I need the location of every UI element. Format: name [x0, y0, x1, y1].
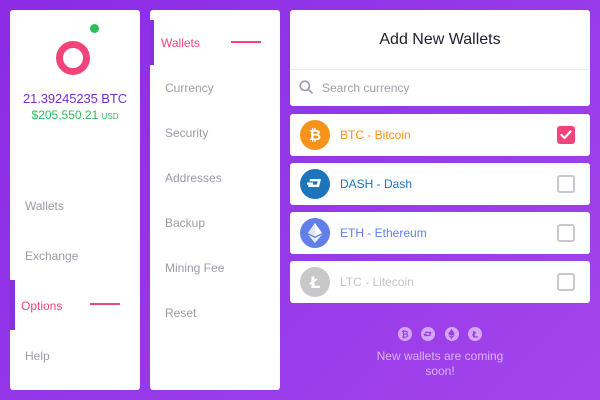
- currency-row-dash[interactable]: DASH - Dash: [290, 163, 590, 205]
- svg-text:Ł: Ł: [471, 331, 478, 340]
- currency-checkbox-ltc[interactable]: [557, 273, 575, 291]
- header-divider: [290, 69, 590, 70]
- currency-label: BTC - Bitcoin: [340, 128, 411, 142]
- checkmark-icon: [560, 130, 572, 140]
- dash-icon: [300, 169, 330, 199]
- status-dot-icon: [90, 24, 99, 33]
- currency-checkbox-btc[interactable]: [557, 126, 575, 144]
- currency-row-eth[interactable]: ETH - Ethereum: [290, 212, 590, 254]
- btc-balance: 21.39245235 BTC: [22, 91, 128, 106]
- currency-checkbox-dash[interactable]: [557, 175, 575, 193]
- ethereum-icon: [300, 218, 330, 248]
- search-icon: [299, 80, 313, 94]
- subnav-active-underline: [231, 41, 261, 43]
- main-nav-options[interactable]: Options: [21, 299, 62, 313]
- subnav-active-indicator: [150, 20, 154, 65]
- coming-soon-text: New wallets are coming soon!: [376, 349, 504, 378]
- currency-row-btc[interactable]: ₿ BTC - Bitcoin: [290, 114, 590, 156]
- dash-icon: [421, 327, 436, 341]
- subnav-security[interactable]: Security: [165, 126, 208, 140]
- svg-text:₿: ₿: [401, 330, 408, 340]
- currency-label: ETH - Ethereum: [340, 226, 427, 240]
- subnav-mining-fee[interactable]: Mining Fee: [165, 261, 224, 275]
- svg-text:Ł: Ł: [309, 273, 320, 291]
- main-nav-exchange[interactable]: Exchange: [25, 249, 78, 263]
- subnav-reset[interactable]: Reset: [165, 306, 196, 320]
- main-nav-active-underline: [90, 303, 120, 305]
- ethereum-icon: [444, 327, 459, 341]
- options-subnav: Wallets Currency Security Addresses Back…: [150, 10, 280, 390]
- main-nav-help[interactable]: Help: [25, 349, 50, 363]
- search-input[interactable]: [322, 78, 577, 98]
- app-logo-icon: [56, 41, 90, 75]
- bitcoin-icon: ₿: [398, 327, 412, 341]
- subnav-wallets[interactable]: Wallets: [161, 36, 200, 50]
- subnav-currency[interactable]: Currency: [165, 81, 214, 95]
- main-nav-wallets[interactable]: Wallets: [25, 199, 64, 213]
- usd-balance-unit: USD: [101, 112, 119, 121]
- litecoin-icon: Ł: [300, 267, 330, 297]
- main-nav-active-indicator: [10, 280, 15, 330]
- currency-checkbox-eth[interactable]: [557, 224, 575, 242]
- svg-text:₿: ₿: [309, 126, 321, 144]
- currency-label: LTC - Litecoin: [340, 275, 414, 289]
- currency-row-ltc[interactable]: Ł LTC - Litecoin: [290, 261, 590, 303]
- usd-balance: $205,550.21 USD: [10, 108, 140, 122]
- subnav-addresses[interactable]: Addresses: [165, 171, 222, 185]
- subnav-backup[interactable]: Backup: [165, 216, 205, 230]
- page-title: Add New Wallets: [379, 31, 501, 48]
- coming-soon-icons: ₿ Ł: [398, 327, 482, 341]
- account-panel: 21.39245235 BTC $205,550.21 USD Wallets …: [10, 10, 140, 390]
- bitcoin-icon: ₿: [300, 120, 330, 150]
- currency-label: DASH - Dash: [340, 177, 413, 191]
- add-wallets-header: Add New Wallets: [290, 10, 590, 106]
- usd-balance-value: $205,550.21: [31, 108, 99, 122]
- litecoin-icon: Ł: [467, 327, 482, 341]
